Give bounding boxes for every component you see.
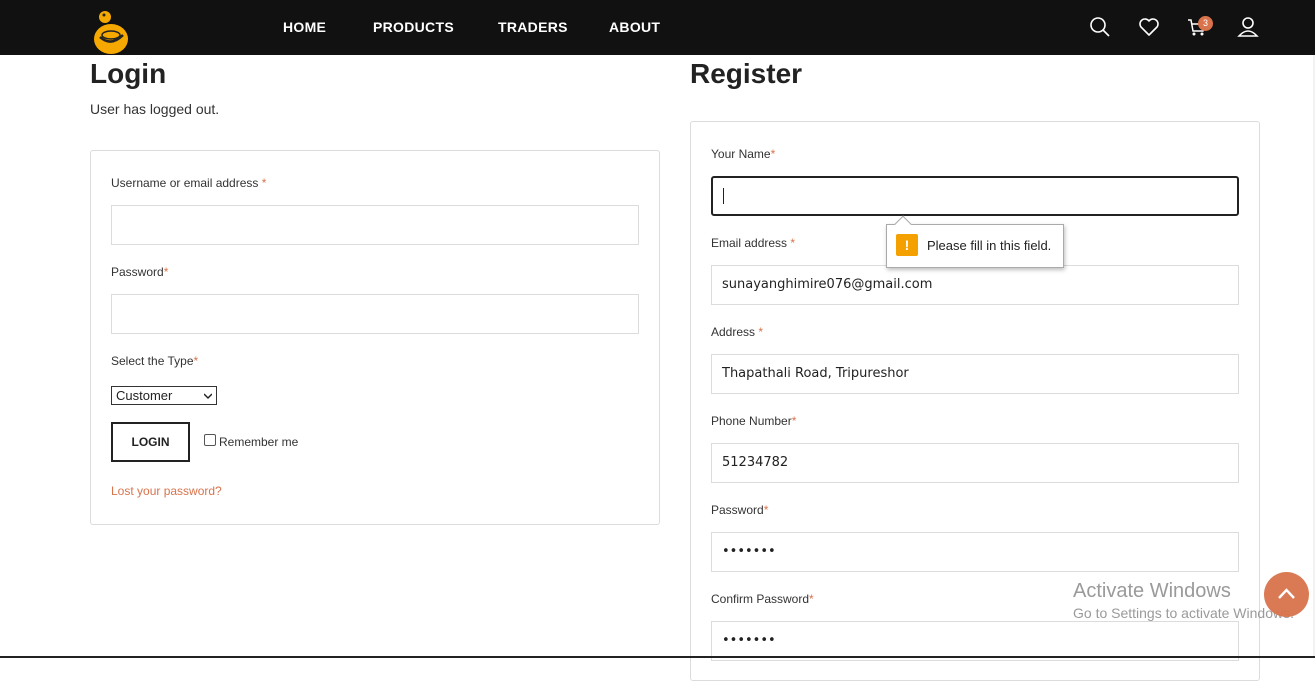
password-label: Password* <box>111 265 169 279</box>
lost-password-link[interactable]: Lost your password? <box>111 484 222 498</box>
cart-count-badge: 3 <box>1198 16 1213 31</box>
register-title: Register <box>690 58 803 89</box>
top-navbar: HOME PRODUCTS TRADERS ABOUT 3 <box>0 0 1315 55</box>
text-caret <box>723 187 724 204</box>
login-button[interactable]: LOGIN <box>111 422 190 462</box>
reg-password-label: Password* <box>711 503 769 517</box>
confirm-password-input[interactable]: ••••••• <box>711 621 1239 661</box>
nav-products[interactable]: PRODUCTS <box>373 19 454 35</box>
username-input[interactable] <box>111 205 639 245</box>
reg-password-input[interactable]: ••••••• <box>711 532 1239 572</box>
login-title: Login <box>90 58 167 89</box>
nav-traders[interactable]: TRADERS <box>498 19 568 35</box>
address-input[interactable]: Thapathali Road, Tripureshor <box>711 354 1239 394</box>
nav-about[interactable]: ABOUT <box>609 19 660 35</box>
chevron-up-icon <box>1278 588 1295 599</box>
remember-label: Remember me <box>219 435 299 449</box>
type-select[interactable]: Customer <box>111 386 217 405</box>
user-icon[interactable] <box>1237 16 1259 38</box>
email-input[interactable]: sunayanghimire076@gmail.com <box>711 265 1239 305</box>
username-label: Username or email address * <box>111 176 267 190</box>
logout-message: User has logged out. <box>90 101 220 117</box>
activate-windows-subtitle: Go to Settings to activate Windows. <box>1073 605 1294 621</box>
scroll-to-top-button[interactable] <box>1264 572 1309 617</box>
name-label: Your Name* <box>711 147 776 161</box>
tooltip-text: Please fill in this field. <box>927 238 1052 253</box>
phone-input[interactable]: 51234782 <box>711 443 1239 483</box>
address-label: Address * <box>711 325 764 339</box>
phone-label: Phone Number* <box>711 414 797 428</box>
remember-checkbox[interactable] <box>204 434 216 446</box>
logo-icon[interactable] <box>92 9 130 55</box>
search-icon[interactable] <box>1089 16 1111 38</box>
heart-icon[interactable] <box>1138 16 1160 38</box>
type-label: Select the Type* <box>111 354 199 368</box>
password-input[interactable] <box>111 294 639 334</box>
activate-windows-title: Activate Windows <box>1073 580 1231 602</box>
chevron-down-icon <box>204 393 212 400</box>
nav-home[interactable]: HOME <box>283 19 326 35</box>
warning-icon: ! <box>896 234 918 256</box>
confirm-password-label: Confirm Password* <box>711 592 814 606</box>
name-input[interactable] <box>711 176 1239 216</box>
email-label: Email address * <box>711 236 796 250</box>
validation-tooltip: ! Please fill in this field. <box>886 215 1064 268</box>
